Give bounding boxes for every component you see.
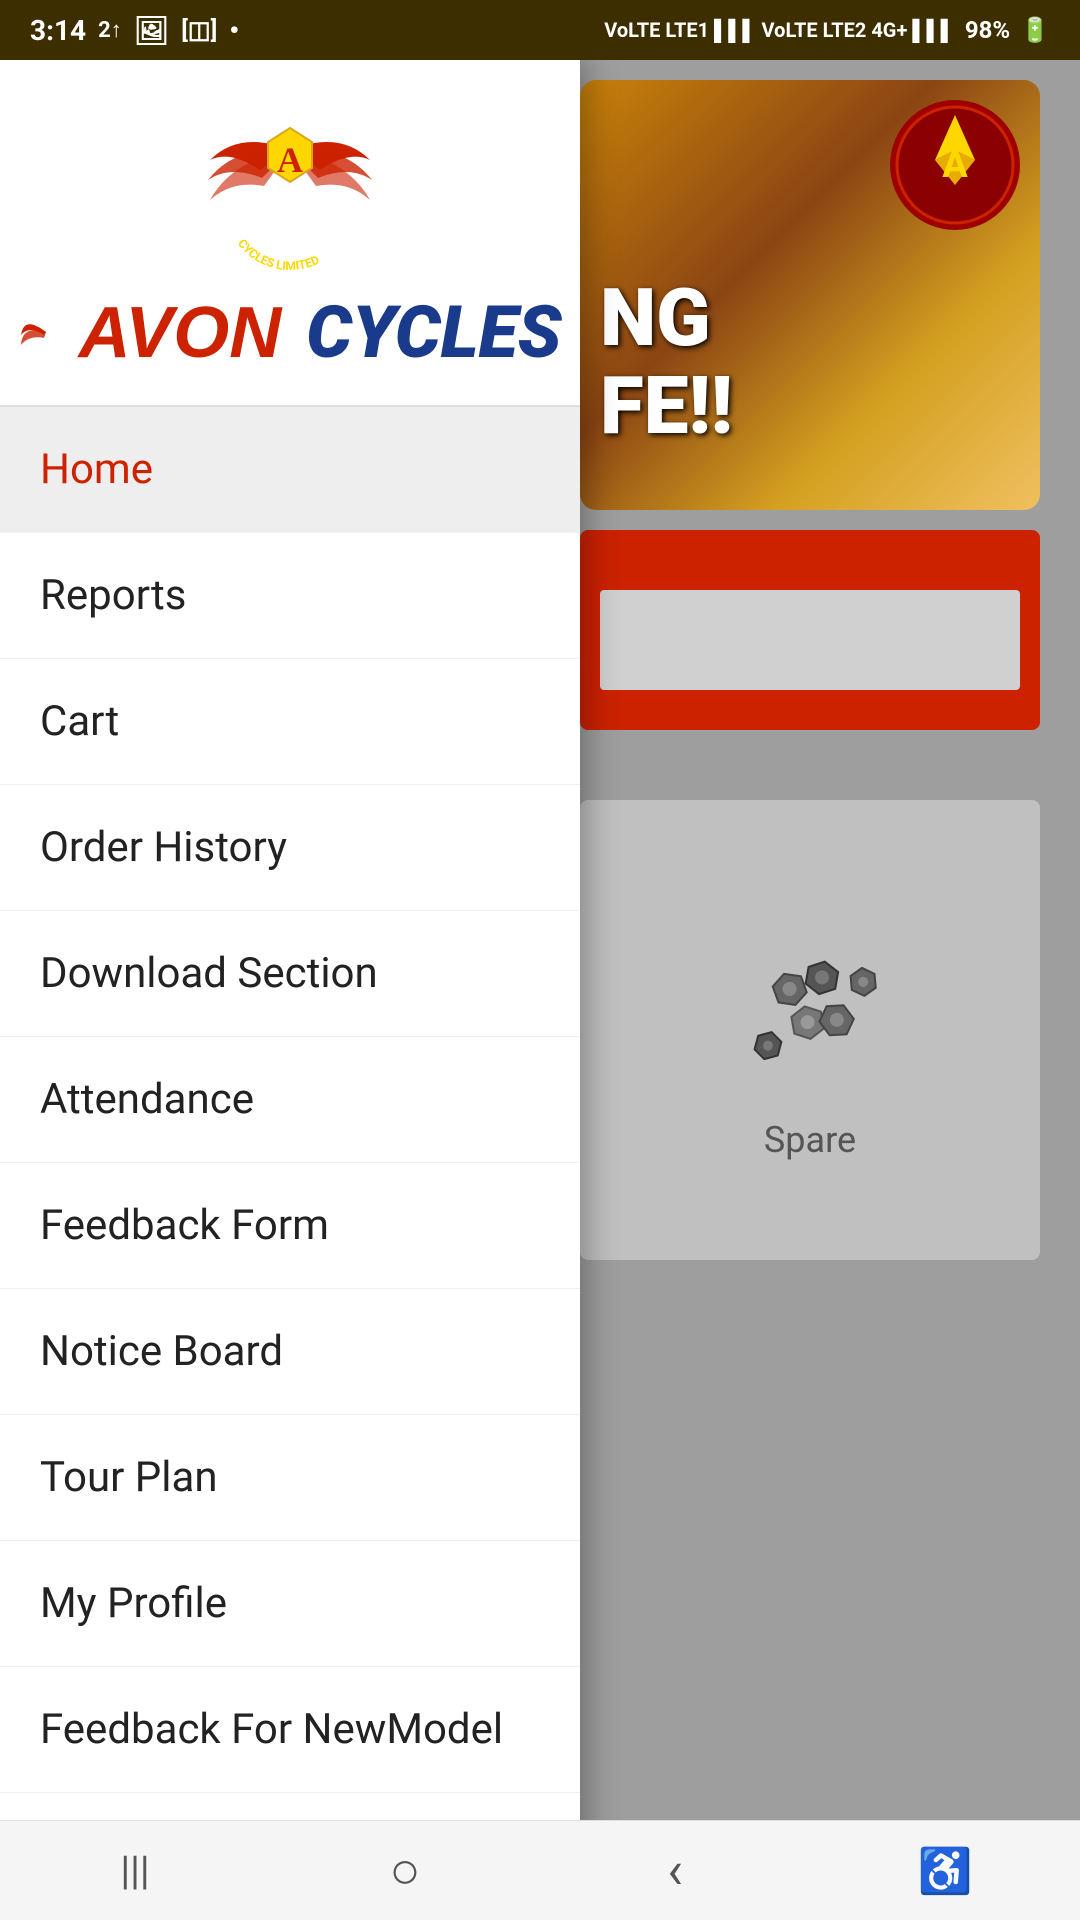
- spare-area: Spare: [580, 800, 1040, 1260]
- spare-nuts-svg: [710, 899, 910, 1099]
- spare-label: Spare: [764, 1119, 856, 1161]
- banner-logo: A: [890, 100, 1020, 230]
- status-bar: 3:14 2↑ 🖼 [◫] • VoLTE LTE1 ▌▌▌ VoLTE LTE…: [0, 0, 1080, 60]
- home-button[interactable]: ○: [365, 1831, 445, 1911]
- sidebar-item-notice-board[interactable]: Notice Board: [0, 1289, 580, 1415]
- nav-bar: ||| ○ ‹ ♿: [0, 1820, 1080, 1920]
- screen-icon: [◫]: [181, 16, 217, 44]
- sidebar-item-tour-plan[interactable]: Tour Plan: [0, 1415, 580, 1541]
- recents-button[interactable]: |||: [95, 1831, 175, 1911]
- drawer[interactable]: A CYCLES LIMITED AVON CYCLES Home: [0, 60, 580, 1920]
- time: 3:14: [30, 14, 86, 47]
- battery: 98%: [965, 16, 1010, 44]
- sidebar-item-feedback-form[interactable]: Feedback Form: [0, 1163, 580, 1289]
- sidebar-item-my-profile[interactable]: My Profile: [0, 1541, 580, 1667]
- sidebar-item-cart[interactable]: Cart: [0, 659, 580, 785]
- banner-text: NGFE!!: [600, 274, 733, 450]
- sidebar-item-home[interactable]: Home: [0, 407, 580, 533]
- back-button[interactable]: ‹: [635, 1831, 715, 1911]
- grey-box: [600, 590, 1020, 690]
- avon-emblem: A CYCLES LIMITED: [200, 100, 380, 280]
- avon-text: AVON: [19, 292, 282, 374]
- banner-area: A NGFE!!: [580, 80, 1040, 510]
- sidebar-item-reports[interactable]: Reports: [0, 533, 580, 659]
- sidebar-item-feedback-new-model[interactable]: Feedback For NewModel: [0, 1667, 580, 1793]
- image-icon: 🖼: [134, 14, 170, 47]
- sidebar-item-download-section[interactable]: Download Section: [0, 911, 580, 1037]
- svg-text:A: A: [277, 140, 303, 180]
- data-indicator: 2↑: [98, 17, 122, 43]
- status-left: 3:14 2↑ 🖼 [◫] •: [30, 14, 239, 47]
- svg-text:A: A: [942, 143, 968, 187]
- battery-icon: 🔋: [1020, 16, 1050, 44]
- dot-indicator: •: [229, 14, 239, 47]
- menu-list: Home Reports Cart Order History Download…: [0, 407, 580, 1920]
- accessibility-button[interactable]: ♿: [905, 1831, 985, 1911]
- status-right: VoLTE LTE1 ▌▌▌ VoLTE LTE2 4G+ ▌▌▌ 98% 🔋: [604, 16, 1050, 44]
- sidebar-item-attendance[interactable]: Attendance: [0, 1037, 580, 1163]
- drawer-logo-section: A CYCLES LIMITED AVON CYCLES: [0, 60, 580, 405]
- sidebar-item-order-history[interactable]: Order History: [0, 785, 580, 911]
- avon-brand: AVON CYCLES: [19, 290, 562, 375]
- svg-text:CYCLES LIMITED: CYCLES LIMITED: [235, 236, 322, 273]
- network-info: VoLTE LTE1 ▌▌▌ VoLTE LTE2 4G+ ▌▌▌: [604, 18, 955, 43]
